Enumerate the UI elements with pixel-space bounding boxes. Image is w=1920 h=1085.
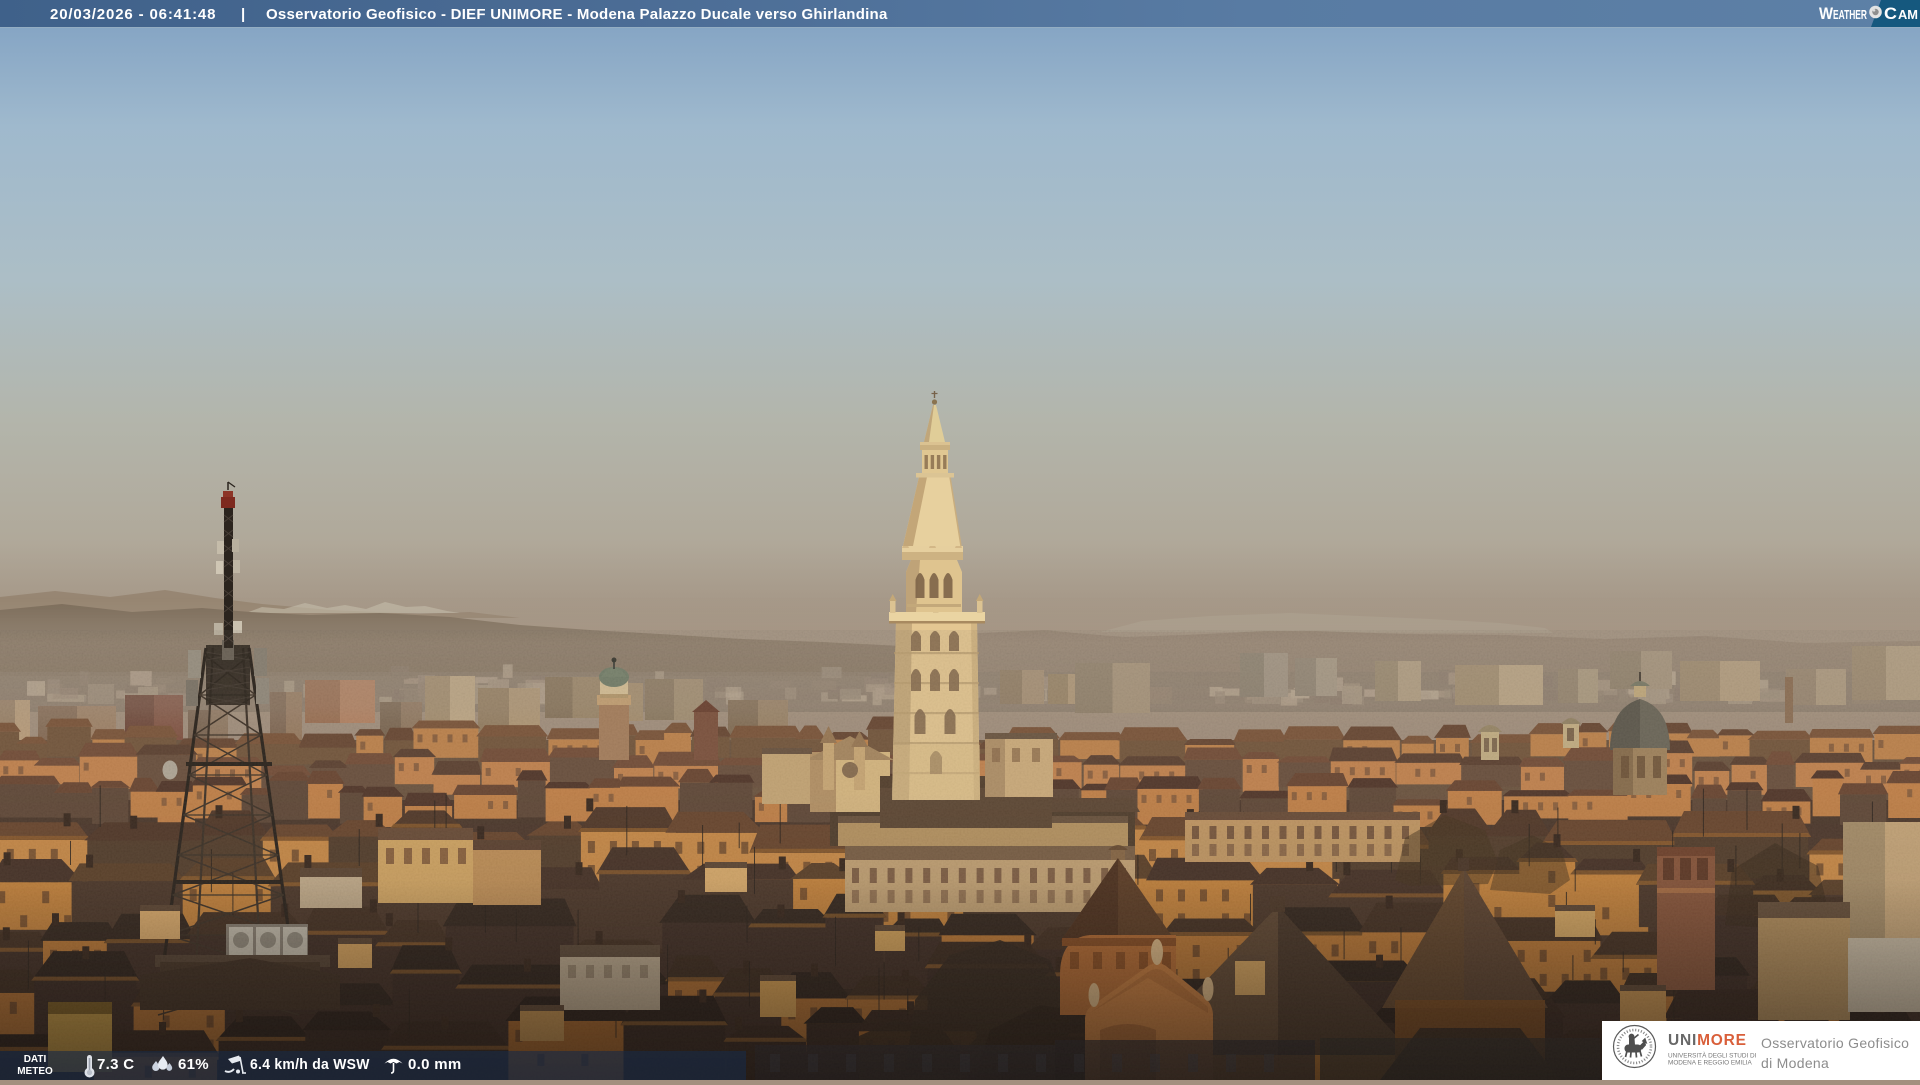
svg-text:C: C xyxy=(1884,4,1897,23)
svg-text:di Modena: di Modena xyxy=(1761,1055,1829,1071)
svg-text:UNIVERSITÀ DEGLI STUDI DI: UNIVERSITÀ DEGLI STUDI DI xyxy=(1668,1051,1757,1060)
svg-text:MODENA E REGGIO EMILIA: MODENA E REGGIO EMILIA xyxy=(1668,1060,1753,1067)
svg-text:EATHER: EATHER xyxy=(1833,8,1867,22)
svg-text:AM: AM xyxy=(1898,8,1918,22)
svg-text:W: W xyxy=(1819,4,1834,23)
svg-text:Osservatorio Geofisico: Osservatorio Geofisico xyxy=(1761,1035,1909,1051)
svg-text:UNIMORE: UNIMORE xyxy=(1668,1032,1747,1049)
